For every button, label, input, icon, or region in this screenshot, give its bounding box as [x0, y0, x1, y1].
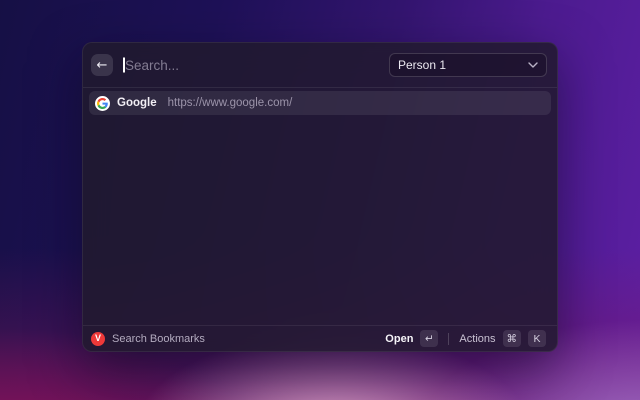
vivaldi-letter: V — [94, 333, 101, 343]
result-url: https://www.google.com/ — [167, 97, 293, 109]
k-key-badge: K — [528, 330, 546, 347]
profile-dropdown-value: Person 1 — [398, 58, 447, 72]
cmd-key-badge: ⌘ — [502, 330, 521, 347]
footer-separator — [448, 332, 450, 345]
mode-label: Search Bookmarks — [112, 332, 205, 345]
back-arrow-icon: ← — [96, 57, 108, 73]
dialog-header: ← Person 1 — [83, 43, 557, 87]
text-caret — [123, 57, 125, 73]
back-button[interactable]: ← — [91, 54, 113, 76]
results-list: Google https://www.google.com/ — [83, 88, 557, 325]
google-favicon-icon — [95, 95, 110, 111]
chevron-down-icon — [528, 62, 538, 68]
vivaldi-logo-icon: V — [91, 331, 105, 346]
result-title: Google — [117, 97, 157, 109]
open-label: Open — [385, 332, 414, 345]
result-row-google[interactable]: Google https://www.google.com/ — [89, 91, 551, 115]
dialog-footer: V Search Bookmarks Open ↵ Actions ⌘ K — [83, 325, 557, 351]
search-input[interactable] — [121, 57, 381, 73]
profile-dropdown[interactable]: Person 1 — [389, 53, 547, 77]
search-field-wrap — [121, 43, 381, 87]
actions-label: Actions — [459, 332, 496, 345]
quick-command-dialog: ← Person 1 Google https://ww — [82, 42, 558, 352]
return-key-badge: ↵ — [420, 330, 439, 347]
